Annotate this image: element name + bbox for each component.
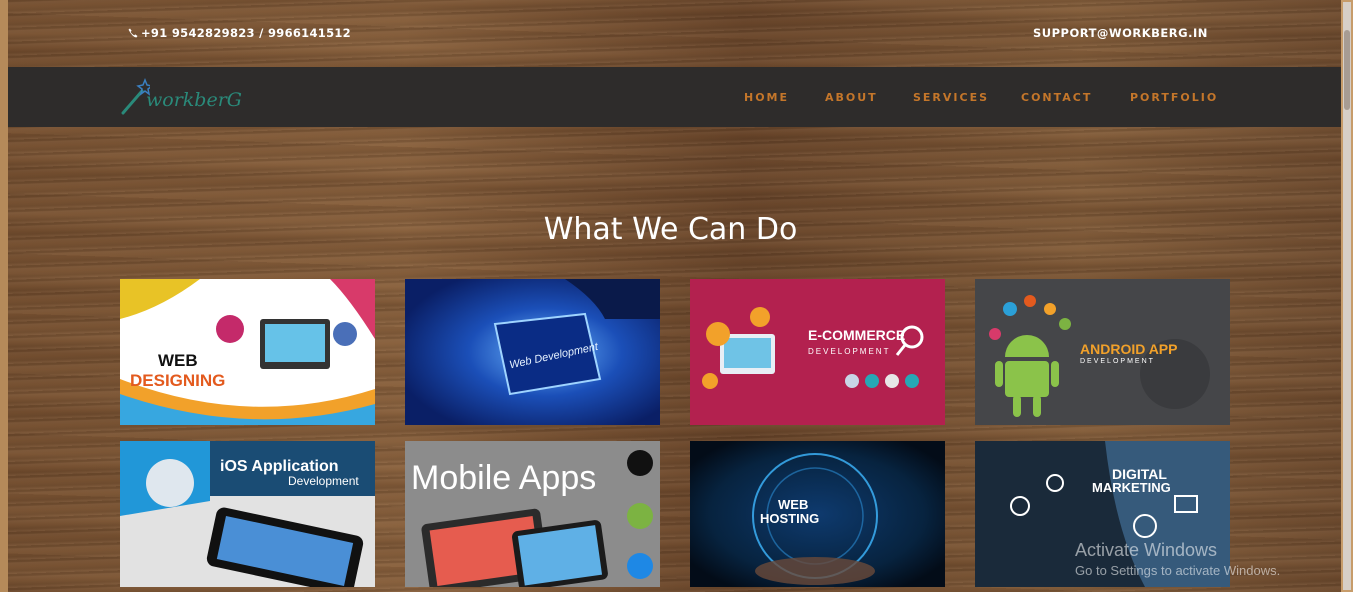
service-card-android[interactable]: ANDROID APP DEVELOPMENT: [975, 279, 1230, 425]
ecommerce-image: E-COMMERCE DEVELOPMENT: [690, 279, 945, 425]
support-email[interactable]: SUPPORT@WORKBERG.IN: [1033, 26, 1208, 40]
nav-home[interactable]: HOME: [744, 91, 789, 104]
nav-about[interactable]: ABOUT: [825, 91, 878, 104]
section-title: What We Can Do: [543, 212, 798, 247]
nav-services[interactable]: SERVICES: [913, 91, 989, 104]
web-development-image: Web Development: [405, 279, 660, 425]
web-designing-line1: WEB: [158, 351, 198, 370]
page-left-edge: [0, 0, 8, 592]
watermark-line1: Activate Windows: [1075, 540, 1218, 560]
site-logo[interactable]: workberG: [120, 77, 250, 117]
service-card-ecommerce[interactable]: E-COMMERCE DEVELOPMENT: [690, 279, 945, 425]
page-right-edge: [1341, 0, 1353, 592]
web-designing-image: WEB DESIGNING: [120, 279, 375, 425]
ecommerce-line1: E-COMMERCE: [808, 327, 905, 343]
phone-icon: [128, 28, 138, 38]
ios-line2: Development: [288, 474, 359, 488]
ios-line1: iOS Application: [220, 458, 339, 475]
phone-contact[interactable]: +91 9542829823 / 9966141512: [128, 26, 351, 40]
android-line2: DEVELOPMENT: [1080, 358, 1155, 365]
digital-marketing-line2: MARKETING: [1092, 480, 1171, 495]
main-navbar: workberG HOME ABOUT SERVICES CONTACT POR…: [8, 67, 1341, 127]
mobile-apps-label: Mobile Apps: [411, 459, 596, 497]
top-contact-bar: +91 9542829823 / 9966141512 SUPPORT@WORK…: [0, 0, 1341, 67]
windows-activation-watermark: Activate Windows Go to Settings to activ…: [1075, 540, 1280, 578]
nav-contact[interactable]: CONTACT: [1021, 91, 1092, 104]
scrollbar-thumb[interactable]: [1344, 30, 1350, 110]
web-hosting-image: WEB HOSTING: [690, 441, 945, 587]
android-image: ANDROID APP DEVELOPMENT: [975, 279, 1230, 425]
service-card-web-development[interactable]: Web Development: [405, 279, 660, 425]
android-line1: ANDROID APP: [1080, 341, 1178, 357]
service-card-web-designing[interactable]: WEB DESIGNING: [120, 279, 375, 425]
service-card-mobile-apps[interactable]: Mobile Apps: [405, 441, 660, 587]
web-hosting-line1: WEB: [778, 497, 808, 512]
ios-image: iOS Application Development: [120, 441, 375, 587]
nav-portfolio[interactable]: PORTFOLIO: [1130, 91, 1218, 104]
logo-text: workberG: [146, 89, 242, 111]
phone-number: +91 9542829823 / 9966141512: [141, 26, 351, 40]
web-hosting-line2: HOSTING: [760, 511, 819, 526]
web-designing-line2: DESIGNING: [130, 371, 225, 390]
service-card-ios[interactable]: iOS Application Development: [120, 441, 375, 587]
service-card-web-hosting[interactable]: WEB HOSTING: [690, 441, 945, 587]
mobile-apps-image: Mobile Apps: [405, 441, 660, 587]
ecommerce-line2: DEVELOPMENT: [808, 347, 890, 356]
watermark-line2: Go to Settings to activate Windows.: [1075, 563, 1281, 578]
